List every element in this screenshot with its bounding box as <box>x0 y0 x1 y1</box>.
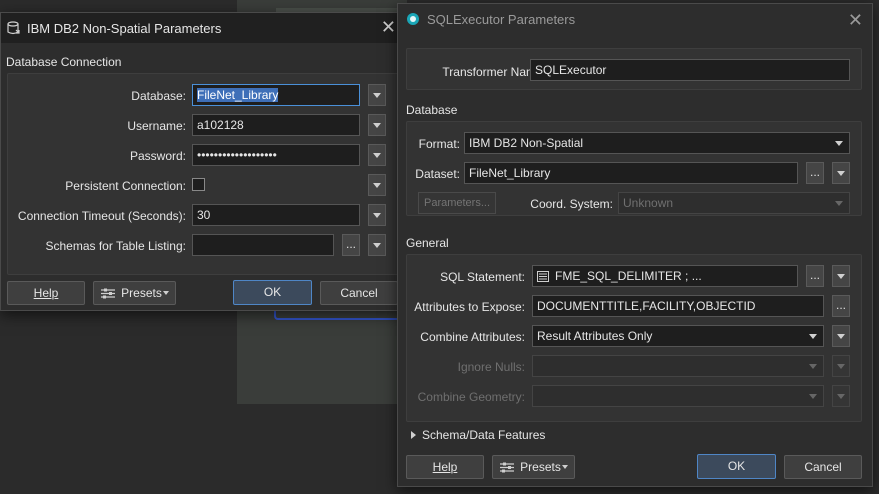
database-section-label: Database <box>406 103 458 117</box>
password-options-button[interactable] <box>368 144 386 166</box>
sql-cancel-button[interactable]: Cancel <box>784 455 862 479</box>
username-options-button[interactable] <box>368 114 386 136</box>
sql-statement-edit-button[interactable]: ... <box>806 265 824 287</box>
combine-attributes-options-button[interactable] <box>832 325 850 347</box>
sql-statement-label: SQL Statement: <box>440 270 525 284</box>
coord-system-select[interactable]: Unknown <box>618 192 850 214</box>
sql-titlebar: SQLExecutor Parameters ✕ <box>398 4 872 34</box>
combine-geometry-chevron-down-icon <box>809 394 817 399</box>
sql-presets-label: Presets <box>520 460 561 474</box>
presets-icon <box>101 288 115 299</box>
db2-titlebar: IBM DB2 Non-Spatial Parameters ✕ <box>1 13 406 43</box>
schema-data-features-toggle[interactable]: Schema/Data Features <box>408 427 608 445</box>
sql-statement-input[interactable]: FME_SQL_DELIMITER ; ... <box>532 265 798 287</box>
combine-chevron-down-icon <box>809 334 817 339</box>
timeout-label: Connection Timeout (Seconds): <box>17 209 186 223</box>
format-select-value: IBM DB2 Non-Spatial <box>469 136 584 150</box>
schemas-label: Schemas for Table Listing: <box>45 239 186 253</box>
ignore-nulls-chevron-down-icon <box>809 364 817 369</box>
persistent-connection-label: Persistent Connection: <box>65 179 186 193</box>
sql-presets-chevron-down-icon <box>562 465 568 469</box>
sql-statement-value: FME_SQL_DELIMITER ; ... <box>555 269 702 283</box>
combine-geometry-select[interactable] <box>532 385 824 407</box>
schemas-browse-button[interactable]: ... <box>342 234 360 256</box>
database-label: Database: <box>131 89 186 103</box>
general-section-label: General <box>406 236 449 250</box>
dataset-label: Dataset: <box>415 167 460 181</box>
password-input[interactable]: ••••••••••••••••••• <box>192 144 360 166</box>
coord-system-label: Coord. System: <box>530 197 613 211</box>
parameters-button[interactable]: Parameters... <box>418 192 496 214</box>
format-chevron-down-icon <box>835 141 843 146</box>
combine-geometry-label: Combine Geometry: <box>417 390 525 404</box>
transformer-name-input[interactable]: SQLExecutor <box>530 59 850 81</box>
combine-attributes-select[interactable]: Result Attributes Only <box>532 325 824 347</box>
sql-close-icon[interactable]: ✕ <box>848 11 863 29</box>
db-connection-section-label: Database Connection <box>6 55 122 69</box>
db2-cancel-button[interactable]: Cancel <box>320 281 398 305</box>
db2-dialog-title: IBM DB2 Non-Spatial Parameters <box>27 21 222 36</box>
ignore-nulls-options-button[interactable] <box>832 355 850 377</box>
sql-presets-icon <box>500 462 514 473</box>
timeout-options-button[interactable] <box>368 204 386 226</box>
schema-data-features-label: Schema/Data Features <box>422 428 546 442</box>
sql-statement-options-button[interactable] <box>832 265 850 287</box>
sql-help-button[interactable]: Help <box>406 455 484 479</box>
username-label: Username: <box>127 119 186 133</box>
format-label: Format: <box>418 137 460 151</box>
sql-presets-button[interactable]: Presets <box>492 455 575 479</box>
db2-presets-label: Presets <box>121 286 162 300</box>
db2-parameters-dialog: IBM DB2 Non-Spatial Parameters ✕ Databas… <box>0 12 407 311</box>
sql-ok-button[interactable]: OK <box>697 454 776 479</box>
db2-ok-button[interactable]: OK <box>233 280 312 305</box>
presets-chevron-down-icon <box>163 291 169 295</box>
coord-chevron-down-icon <box>835 201 843 206</box>
attributes-expose-label: Attributes to Expose: <box>414 300 525 314</box>
db2-presets-button[interactable]: Presets <box>93 281 176 305</box>
ignore-nulls-label: Ignore Nulls: <box>457 360 525 374</box>
dataset-input[interactable]: FileNet_Library <box>464 162 798 184</box>
database-input[interactable]: FileNet_Library <box>192 84 360 106</box>
dataset-options-button[interactable] <box>832 162 850 184</box>
password-label: Password: <box>129 149 186 163</box>
database-dialog-icon <box>7 21 20 35</box>
schemas-input[interactable] <box>192 234 334 256</box>
combine-attributes-label: Combine Attributes: <box>420 330 525 344</box>
sqlexecutor-parameters-dialog: SQLExecutor Parameters ✕ Transformer Nam… <box>397 3 873 487</box>
username-input[interactable]: a102128 <box>192 114 360 136</box>
combine-geometry-options-button[interactable] <box>832 385 850 407</box>
timeout-input[interactable]: 30 <box>192 204 360 226</box>
persistent-options-button[interactable] <box>368 174 386 196</box>
ignore-nulls-select[interactable] <box>532 355 824 377</box>
sqlexecutor-icon <box>407 13 419 25</box>
coord-system-value: Unknown <box>623 196 674 210</box>
attributes-expose-input[interactable]: DOCUMENTTITLE,FACILITY,OBJECTID <box>532 295 824 317</box>
sql-dialog-title: SQLExecutor Parameters <box>427 12 576 27</box>
combine-attributes-value: Result Attributes Only <box>537 329 653 343</box>
db2-close-icon[interactable]: ✕ <box>381 18 396 36</box>
sql-help-label: Help <box>432 460 458 474</box>
expand-chevron-right-icon <box>411 431 416 439</box>
database-input-value: FileNet_Library <box>197 88 279 102</box>
database-options-button[interactable] <box>368 84 386 106</box>
format-select[interactable]: IBM DB2 Non-Spatial <box>464 132 850 154</box>
attributes-expose-browse-button[interactable]: ... <box>832 295 850 317</box>
dataset-browse-button[interactable]: ... <box>806 162 824 184</box>
db2-help-label: Help <box>33 286 59 300</box>
db2-help-button[interactable]: Help <box>7 281 85 305</box>
persistent-connection-checkbox[interactable] <box>192 178 205 191</box>
schemas-options-button[interactable] <box>368 234 386 256</box>
sql-statement-icon <box>537 271 549 283</box>
